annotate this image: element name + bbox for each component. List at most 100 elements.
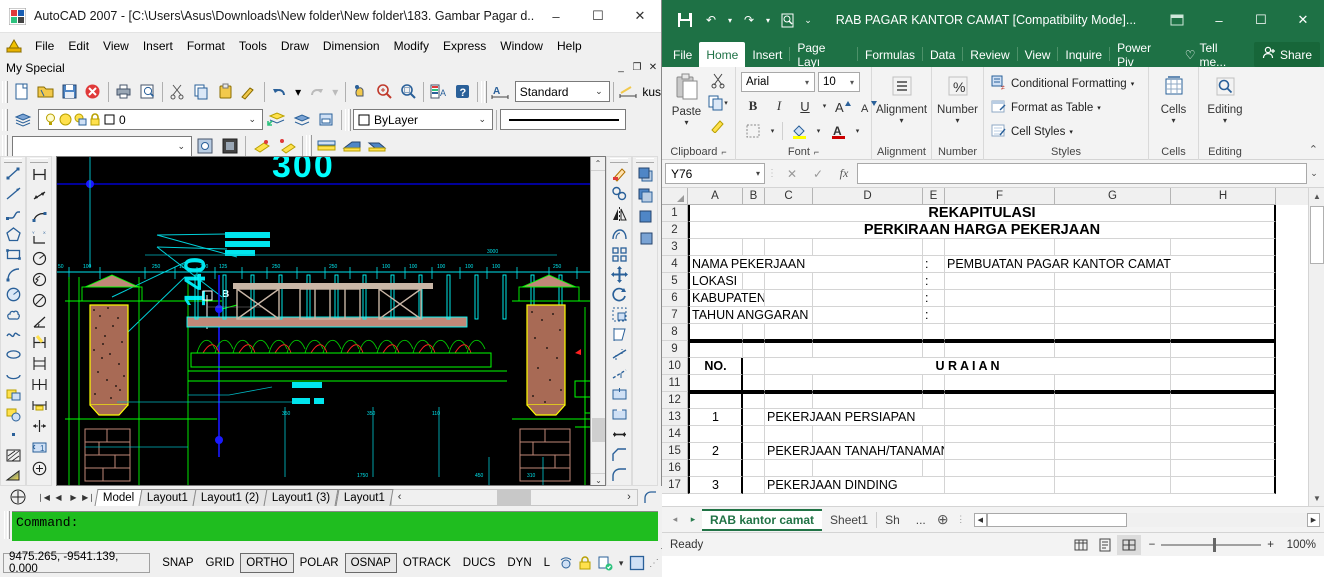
- table-row[interactable]: 3: [662, 239, 1324, 256]
- cell-B10[interactable]: [743, 358, 765, 375]
- redo-dropdown-icon[interactable]: ▾: [762, 7, 774, 33]
- fill-color-button[interactable]: [787, 120, 811, 142]
- spline-icon[interactable]: [2, 325, 24, 345]
- cell-G13[interactable]: [1055, 409, 1171, 426]
- cut-icon[interactable]: [706, 70, 730, 92]
- cell-C8[interactable]: [765, 324, 813, 341]
- cell-E7[interactable]: :: [923, 307, 945, 324]
- toolbar-grip[interactable]: [2, 80, 8, 103]
- dimension-edit-icon[interactable]: [28, 395, 50, 416]
- status-toggle-ortho[interactable]: ORTHO: [240, 553, 294, 573]
- resize-grip-icon[interactable]: ⋰: [647, 558, 659, 569]
- erase-icon[interactable]: [608, 164, 630, 184]
- cell-G17[interactable]: [1055, 477, 1171, 494]
- chevron-down-icon[interactable]: ⌄: [474, 114, 490, 125]
- tab-view[interactable]: View: [1018, 42, 1058, 67]
- row-header[interactable]: 9: [662, 341, 688, 358]
- cell-F14[interactable]: [945, 426, 1055, 443]
- cell-G6[interactable]: [1055, 290, 1171, 307]
- cell-A8[interactable]: [688, 324, 743, 341]
- ucs-origin-icon[interactable]: [0, 488, 36, 506]
- cell-B8[interactable]: [743, 324, 765, 341]
- status-dropdown-icon[interactable]: ▾: [615, 558, 628, 569]
- chevron-down-icon[interactable]: ⌄: [173, 141, 189, 152]
- chevron-down-icon[interactable]: ⌄: [591, 86, 607, 97]
- cell-F11[interactable]: [945, 375, 1055, 392]
- print-preview-icon[interactable]: [774, 7, 800, 33]
- status-toggle-lwt[interactable]: L: [538, 553, 556, 573]
- cell-F6[interactable]: [945, 290, 1055, 307]
- zoom-realtime-icon[interactable]: [374, 80, 396, 103]
- paste-button[interactable]: Paste ▾: [667, 70, 706, 127]
- chevron-down-icon[interactable]: ▾: [802, 78, 812, 87]
- row-header[interactable]: 13: [662, 409, 688, 426]
- status-toggle-ducs[interactable]: DUCS: [457, 553, 502, 573]
- cell-G15[interactable]: [1055, 443, 1171, 460]
- canvas-horizontal-scrollbar[interactable]: ‹ ›: [390, 488, 638, 506]
- tab-first-button[interactable]: ❘◀: [36, 489, 51, 505]
- grid-horizontal-scrollbar[interactable]: ◀ ▶: [973, 512, 1320, 528]
- save-icon[interactable]: [58, 80, 80, 103]
- hatch-icon[interactable]: [2, 445, 24, 465]
- table-row[interactable]: 13 1 PEKERJAAN PERSIAPAN: [662, 409, 1324, 426]
- cell-E11[interactable]: [923, 375, 945, 392]
- zoom-in-button[interactable]: +: [1267, 539, 1274, 551]
- zoom-out-button[interactable]: −: [1149, 539, 1156, 551]
- font-family-combo[interactable]: Arial ▾: [741, 72, 815, 92]
- mdi-restore-button[interactable]: ❐: [629, 60, 645, 75]
- canvas-vscroll-thumb[interactable]: [592, 418, 605, 442]
- row-header[interactable]: 8: [662, 324, 688, 341]
- manage-xrefs-icon[interactable]: [596, 552, 614, 575]
- zoom-track[interactable]: [1161, 537, 1262, 552]
- clean-screen-icon[interactable]: [628, 552, 646, 575]
- tab-review[interactable]: Review: [963, 42, 1016, 67]
- cell-F16[interactable]: [945, 460, 1055, 477]
- chevron-down-icon[interactable]: ▾: [847, 78, 857, 87]
- cell-A7[interactable]: TAHUN ANGGARAN: [688, 307, 813, 324]
- chevron-down-icon[interactable]: ▾: [1131, 80, 1135, 88]
- text-style-icon[interactable]: A: [490, 80, 512, 103]
- dimension-style-icon[interactable]: [618, 80, 640, 103]
- tab-file[interactable]: File: [666, 42, 699, 67]
- cell-H11[interactable]: [1171, 375, 1276, 392]
- layer-previous-icon[interactable]: [289, 108, 312, 131]
- menu-edit[interactable]: Edit: [61, 36, 96, 56]
- extend-icon[interactable]: [608, 365, 630, 385]
- make-block-icon[interactable]: [2, 405, 24, 425]
- new-icon[interactable]: [11, 80, 33, 103]
- share-button[interactable]: Share: [1253, 42, 1320, 67]
- continue-dimension-icon[interactable]: [28, 374, 50, 395]
- send-to-back-icon[interactable]: [634, 185, 656, 206]
- borders-button[interactable]: [741, 120, 765, 142]
- row-header[interactable]: 16: [662, 460, 688, 477]
- jogged-dimension-icon[interactable]: [28, 269, 50, 290]
- radius-dimension-icon[interactable]: [28, 248, 50, 269]
- cell-F3[interactable]: [945, 239, 1055, 256]
- bring-to-front-icon[interactable]: [634, 164, 656, 185]
- bring-above-object-icon[interactable]: [634, 206, 656, 227]
- format-painter-icon[interactable]: [706, 114, 730, 136]
- increase-font-size-button[interactable]: A: [832, 95, 856, 117]
- row-header[interactable]: 10: [662, 358, 688, 375]
- zoom-level-label[interactable]: 100%: [1280, 539, 1316, 551]
- move-icon[interactable]: [608, 264, 630, 284]
- redo-icon[interactable]: [306, 80, 328, 103]
- chevron-down-icon[interactable]: ▾: [955, 116, 959, 125]
- table-row[interactable]: 8: [662, 324, 1324, 341]
- diameter-dimension-icon[interactable]: [28, 290, 50, 311]
- row-header[interactable]: 11: [662, 375, 688, 392]
- vscroll-thumb[interactable]: [1310, 206, 1324, 264]
- cell-E6[interactable]: :: [923, 290, 945, 307]
- mdi-minimize-button[interactable]: _: [613, 60, 629, 75]
- column-header-d[interactable]: D: [813, 188, 923, 205]
- undo-icon[interactable]: [269, 80, 291, 103]
- cell-F13[interactable]: [945, 409, 1055, 426]
- conditional-formatting-button[interactable]: ≠ Conditional Formatting ▾: [989, 72, 1136, 96]
- layout-tab-layout1-3[interactable]: Layout1 (3): [263, 488, 340, 506]
- break-icon[interactable]: [608, 405, 630, 425]
- chevron-down-icon[interactable]: ▾: [684, 118, 688, 127]
- baseline-dimension-icon[interactable]: [28, 353, 50, 374]
- cell-H16[interactable]: [1171, 460, 1276, 477]
- cell-D16[interactable]: [813, 460, 923, 477]
- line-icon[interactable]: [2, 164, 24, 184]
